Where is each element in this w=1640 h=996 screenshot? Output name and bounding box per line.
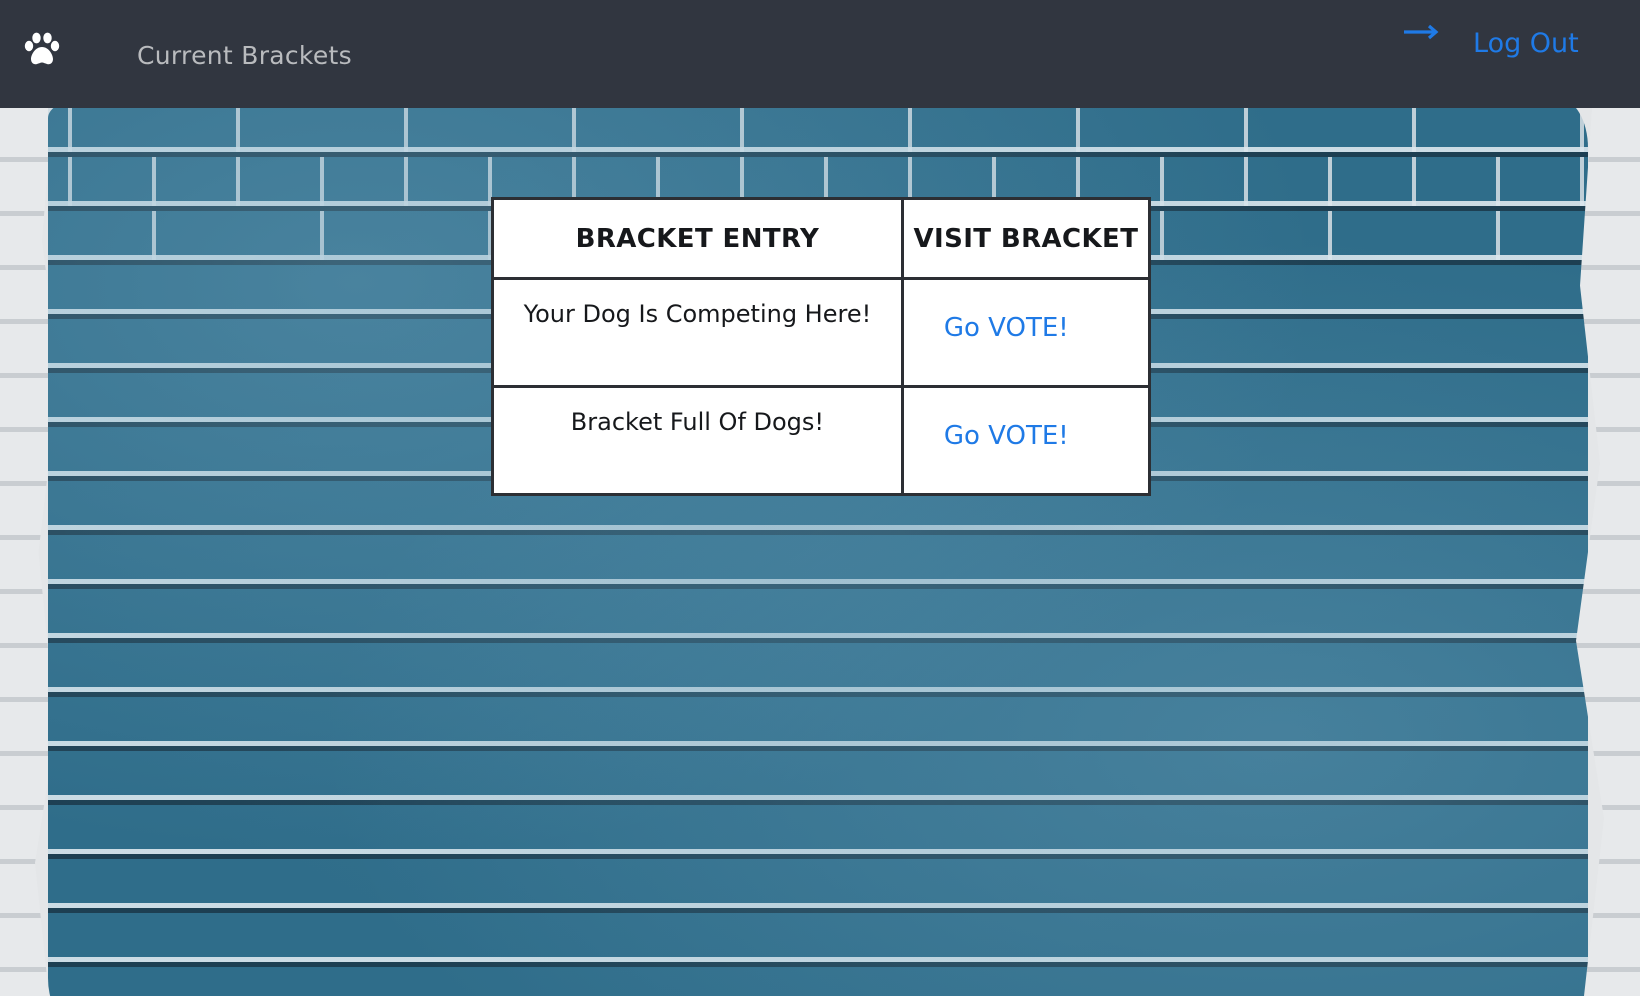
current-brackets-link[interactable]: Current Brackets [137, 41, 352, 70]
arrow-right-icon [1404, 24, 1439, 40]
header-visit-bracket: VISIT BRACKET [900, 197, 1152, 280]
paw-icon[interactable] [24, 32, 60, 66]
bracket-entry-name: Bracket Full Of Dogs! [491, 385, 904, 496]
visit-bracket-cell: Go VOTE! [900, 277, 1152, 388]
logout-label[interactable]: Log Out [1473, 28, 1579, 59]
table-row: Your Dog Is Competing Here! Go VOTE! [491, 277, 1152, 388]
bracket-entry-name: Your Dog Is Competing Here! [491, 277, 904, 388]
table-header-row: BRACKET ENTRY VISIT BRACKET [491, 197, 1152, 280]
go-vote-link[interactable]: Go VOTE! [944, 421, 1069, 451]
table-row: Bracket Full Of Dogs! Go VOTE! [491, 385, 1152, 496]
brackets-table: BRACKET ENTRY VISIT BRACKET Your Dog Is … [491, 197, 1152, 496]
header-bracket-entry: BRACKET ENTRY [491, 197, 904, 280]
logout-button[interactable]: Log Out [1402, 20, 1602, 70]
visit-bracket-cell: Go VOTE! [900, 385, 1152, 496]
go-vote-link[interactable]: Go VOTE! [944, 313, 1069, 343]
top-navbar: Current Brackets Log Out [0, 0, 1640, 108]
